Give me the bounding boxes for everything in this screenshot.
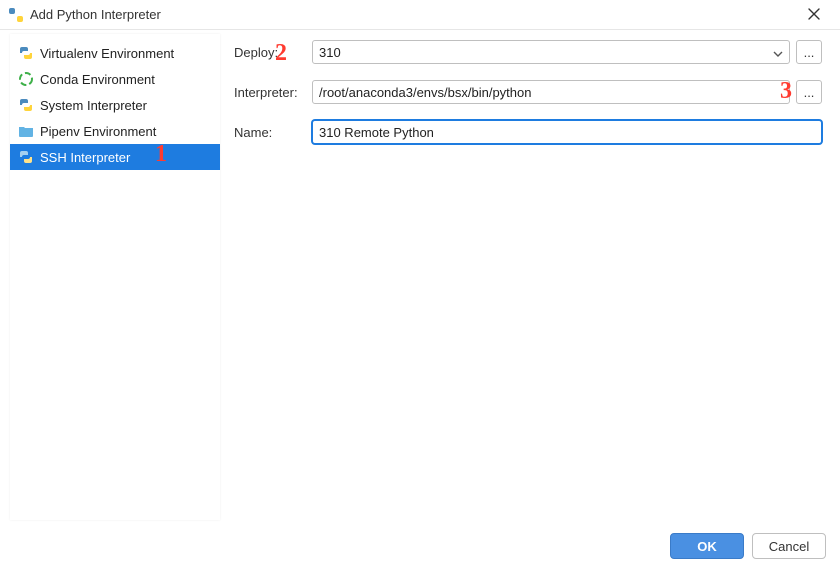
sidebar-item-conda[interactable]: Conda Environment (10, 66, 220, 92)
dialog-footer: OK Cancel (670, 533, 826, 559)
name-label: Name: (234, 125, 306, 140)
folder-icon (18, 123, 34, 139)
deploy-combo[interactable]: 310 (312, 40, 790, 64)
interpreter-type-sidebar: Virtualenv Environment Conda Environment… (10, 34, 220, 520)
deploy-label: Deploy: (234, 45, 306, 60)
name-row: Name: (234, 120, 822, 144)
sidebar-item-label: Virtualenv Environment (40, 46, 174, 61)
interpreter-label: Interpreter: (234, 85, 306, 100)
sidebar-item-label: Pipenv Environment (40, 124, 156, 139)
interpreter-path-input[interactable] (312, 80, 790, 104)
content-pane: Deploy: 310 ... Interpreter: ... Name: (220, 30, 840, 520)
ellipsis-icon: ... (804, 85, 815, 100)
sidebar-item-pipenv[interactable]: Pipenv Environment (10, 118, 220, 144)
name-input[interactable] (312, 120, 822, 144)
ok-button[interactable]: OK (670, 533, 744, 559)
sidebar-item-ssh[interactable]: SSH Interpreter (10, 144, 220, 170)
interpreter-row: Interpreter: ... (234, 80, 822, 104)
cancel-button[interactable]: Cancel (752, 533, 826, 559)
sidebar-item-system[interactable]: System Interpreter (10, 92, 220, 118)
conda-icon (18, 71, 34, 87)
ellipsis-icon: ... (804, 45, 815, 60)
chevron-down-icon (773, 47, 783, 57)
sidebar-item-label: Conda Environment (40, 72, 155, 87)
python-ssh-icon (18, 149, 34, 165)
sidebar-item-label: SSH Interpreter (40, 150, 130, 165)
interpreter-browse-button[interactable]: ... (796, 80, 822, 104)
python-icon (18, 45, 34, 61)
sidebar-item-virtualenv[interactable]: Virtualenv Environment (10, 40, 220, 66)
deploy-combo-value: 310 (319, 45, 341, 60)
app-icon (8, 7, 24, 23)
deploy-row: Deploy: 310 ... (234, 40, 822, 64)
close-button[interactable] (794, 0, 834, 30)
titlebar: Add Python Interpreter (0, 0, 840, 30)
deploy-browse-button[interactable]: ... (796, 40, 822, 64)
python-icon (18, 97, 34, 113)
dialog-title: Add Python Interpreter (30, 7, 161, 22)
sidebar-item-label: System Interpreter (40, 98, 147, 113)
close-icon (808, 7, 820, 23)
main-area: Virtualenv Environment Conda Environment… (0, 30, 840, 520)
